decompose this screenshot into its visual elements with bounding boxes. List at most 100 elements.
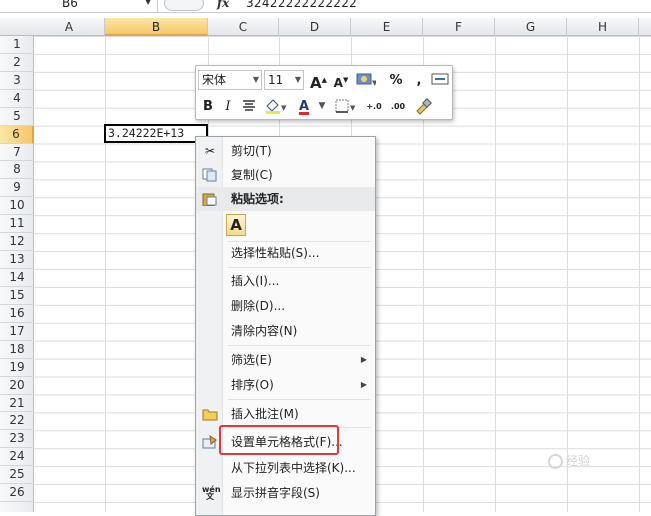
row-header-6[interactable]: 6 <box>0 125 34 144</box>
column-header-c[interactable]: C <box>208 18 279 36</box>
menu-item-delete[interactable]: 删除(D)... <box>196 294 375 318</box>
row-header-22[interactable]: 22 <box>0 412 34 431</box>
menu-header-paste-options: 粘贴选项: <box>196 187 375 211</box>
font-name-value: 宋体 <box>202 73 227 87</box>
menu-item-filter[interactable]: 筛选(E) ▶ <box>196 348 375 372</box>
row-header-14[interactable]: 14 <box>0 269 34 287</box>
menu-item-label: 选择性粘贴(S)... <box>231 246 320 260</box>
accounting-format-button[interactable]: ▼ <box>356 71 378 90</box>
row-header-21[interactable]: 21 <box>0 395 34 413</box>
column-header-f[interactable]: F <box>423 18 495 36</box>
name-box[interactable]: B6 ▼ <box>0 0 158 12</box>
row-header-13[interactable]: 13 <box>0 251 34 270</box>
bold-button[interactable]: B <box>200 97 216 116</box>
menu-item-phonetic[interactable]: wén 文 显示拼音字段(S) <box>196 481 375 505</box>
row-header-2[interactable]: 2 <box>0 54 34 72</box>
font-name-combo[interactable]: 宋体 ▼ <box>198 70 262 90</box>
borders-button[interactable]: ▼ <box>334 97 358 116</box>
paste-keep-format-button[interactable]: A <box>226 214 246 236</box>
format-painter-button[interactable] <box>414 97 432 116</box>
grow-font-button[interactable]: A▲ <box>310 71 327 92</box>
italic-button[interactable]: I <box>220 97 236 116</box>
column-header-h[interactable]: H <box>567 18 639 36</box>
fill-color-button[interactable]: ▼ <box>264 97 288 116</box>
menu-item-pick-from-list[interactable]: 从下拉列表中选择(K)... <box>196 456 375 480</box>
row-header-8[interactable]: 8 <box>0 161 34 180</box>
svg-text:▼: ▼ <box>281 104 287 112</box>
menu-separator <box>228 267 371 268</box>
formula-content[interactable]: 32422222222222 <box>246 0 357 10</box>
decrease-decimal-button[interactable]: .00 <box>390 97 406 116</box>
row-header-5[interactable]: 5 <box>0 108 34 126</box>
row-header-11[interactable]: 11 <box>0 215 34 234</box>
cell-value: 3.24222E+13 <box>108 126 185 140</box>
menu-item-cut[interactable]: ✂ 剪切(T) <box>196 139 375 163</box>
column-header-b[interactable]: B <box>105 18 208 36</box>
chevron-down-icon[interactable]: ▼ <box>295 71 301 89</box>
row-header-26[interactable]: 26 <box>0 484 34 503</box>
comma-button[interactable]: , <box>411 71 427 90</box>
format-painter-icon <box>416 98 432 115</box>
column-header-d[interactable]: D <box>279 18 351 36</box>
menu-item-label: 插入(I)... <box>231 274 280 288</box>
menu-header-label: 粘贴选项: <box>231 192 284 206</box>
grid-line <box>567 36 568 512</box>
row-header-17[interactable]: 17 <box>0 323 34 341</box>
menu-item-paste-special[interactable]: 选择性粘贴(S)... <box>196 241 375 265</box>
chevron-down-icon[interactable]: ▼ <box>314 97 330 116</box>
row-header-3[interactable]: 3 <box>0 72 34 90</box>
insert-function-icon[interactable]: fx <box>217 0 229 10</box>
watermark: 经验 <box>548 452 590 469</box>
font-size-combo[interactable]: 11 ▼ <box>264 70 304 90</box>
name-box-value: B6 <box>62 0 78 10</box>
row-header-10[interactable]: 10 <box>0 197 34 216</box>
watermark-logo-icon <box>548 454 563 469</box>
menu-separator <box>228 399 371 400</box>
percent-button[interactable]: % <box>388 71 404 90</box>
menu-item-insert-comment[interactable]: 插入批注(M) <box>196 402 375 426</box>
column-header-g[interactable]: G <box>495 18 567 36</box>
menu-item-sort[interactable]: 排序(O) ▶ <box>196 373 375 397</box>
row-header-19[interactable]: 19 <box>0 359 34 377</box>
svg-text:▼: ▼ <box>350 104 356 112</box>
column-header-e[interactable]: E <box>351 18 423 36</box>
grid-line <box>639 36 640 512</box>
row-header-25[interactable]: 25 <box>0 466 34 485</box>
svg-text:▼: ▼ <box>372 79 376 87</box>
menu-item-clear-contents[interactable]: 清除内容(N) <box>196 319 375 343</box>
row-header-20[interactable]: 20 <box>0 377 34 395</box>
row-header-18[interactable]: 18 <box>0 341 34 359</box>
row-header-1[interactable]: 1 <box>0 36 34 54</box>
center-align-button[interactable] <box>241 97 257 116</box>
font-color-button[interactable]: A <box>296 97 312 116</box>
chevron-down-icon[interactable]: ▼ <box>145 0 151 6</box>
font-size-value: 11 <box>268 73 284 87</box>
menu-item-copy[interactable]: 复制(C) <box>196 163 375 187</box>
shrink-font-button[interactable]: A▼ <box>333 71 349 90</box>
merge-center-button[interactable] <box>431 71 449 90</box>
row-header-16[interactable]: 16 <box>0 305 34 323</box>
row-header-12[interactable]: 12 <box>0 233 34 252</box>
splitter-handle[interactable] <box>164 0 204 11</box>
menu-item-label: 剪切(T) <box>231 144 272 158</box>
watermark-text: 经验 <box>566 454 591 468</box>
merge-center-icon <box>431 73 449 85</box>
row-header-bar: 1 2 3 4 5 6 7 8 9 10 11 12 13 14 15 16 17 18 19 20 21 22 23 24 2… <box>0 36 34 512</box>
copy-icon <box>202 168 218 182</box>
row-header-24[interactable]: 24 <box>0 448 34 467</box>
row-header-7[interactable]: 7 <box>0 144 34 162</box>
active-cell-b6[interactable]: 3.24222E+13 <box>104 124 210 145</box>
chevron-down-icon[interactable]: ▼ <box>253 71 259 89</box>
function-area: fx <box>162 0 232 12</box>
column-header-a[interactable]: A <box>34 18 105 36</box>
row-header-23[interactable]: 23 <box>0 430 34 449</box>
row-header-4[interactable]: 4 <box>0 90 34 108</box>
shrink-font-label: A <box>333 76 343 90</box>
row-header-15[interactable]: 15 <box>0 287 34 305</box>
paste-icon <box>202 192 218 207</box>
menu-item-label: 清除内容(N) <box>231 324 298 338</box>
increase-decimal-button[interactable]: +.0 <box>366 97 382 116</box>
menu-item-insert[interactable]: 插入(I)... <box>196 269 375 293</box>
row-header-9[interactable]: 9 <box>0 179 34 198</box>
menu-item-label: 复制(C) <box>231 168 273 182</box>
